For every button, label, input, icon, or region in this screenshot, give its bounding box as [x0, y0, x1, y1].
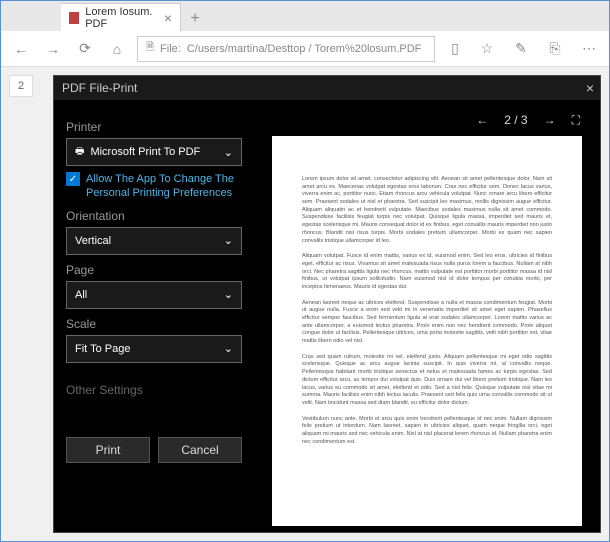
url-prefix: File: — [160, 43, 181, 55]
prev-page-button[interactable]: ← — [476, 113, 488, 127]
page-indicator: 2 — [9, 75, 33, 97]
checkbox-label: Allow The App To Change The Personal Pri… — [86, 172, 242, 201]
home-button[interactable]: ⌂ — [105, 37, 129, 61]
browser-window: Lorem Iosum. PDF × + ← → ⟳ ⌂ 🗎 File: C/u… — [0, 0, 610, 542]
chevron-down-icon: ⌄ — [224, 288, 233, 301]
chevron-down-icon: ⌄ — [224, 146, 233, 159]
url-bar[interactable]: 🗎 File: C/users/martina/Desttop / Torem%… — [137, 36, 435, 62]
preview-text: Cras sed quam rutrum, molestie mi vel, e… — [302, 354, 552, 408]
scale-label: Scale — [66, 317, 242, 331]
other-settings-link[interactable]: Other Settings — [66, 383, 242, 397]
preview-text: Lorem ipsum dolor sit amet, consectetur … — [302, 176, 552, 245]
edit-icon[interactable]: ✎ — [509, 37, 533, 61]
next-page-button[interactable]: → — [544, 113, 556, 127]
settings-panel: Printer 🖶 Microsoft Print To PDF ⌄ ✓ All… — [54, 100, 254, 532]
tab-bar: Lorem Iosum. PDF × + — [1, 1, 609, 31]
preview-page: Lorem ipsum dolor sit amet, consectetur … — [272, 136, 582, 526]
browser-tab[interactable]: Lorem Iosum. PDF × — [61, 3, 181, 31]
star-icon[interactable]: ☆ — [475, 37, 499, 61]
refresh-button[interactable]: ⟳ — [73, 37, 97, 61]
new-tab-button[interactable]: + — [181, 7, 209, 31]
preview-text: Vestibulum nunc ante. Morbi et arcu quis… — [302, 416, 552, 447]
close-tab-icon[interactable]: × — [164, 10, 172, 26]
cancel-button[interactable]: Cancel — [158, 437, 242, 463]
chevron-down-icon: ⌄ — [224, 342, 233, 355]
orientation-dropdown[interactable]: Vertical ⌄ — [66, 227, 242, 255]
printer-selected: Microsoft Print To PDF — [90, 146, 200, 158]
scale-dropdown[interactable]: Fit To Page ⌄ — [66, 335, 242, 363]
orientation-label: Orientation — [66, 209, 242, 223]
orientation-selected: Vertical — [75, 235, 111, 247]
fullscreen-icon[interactable]: ⛶ — [572, 113, 580, 128]
file-icon: 🗎 — [146, 40, 154, 57]
page-dropdown[interactable]: All ⌄ — [66, 281, 242, 309]
tab-title: Lorem Iosum. PDF — [85, 6, 164, 30]
print-dialog: PDF File-Print × Printer 🖶 Microsoft Pri… — [53, 75, 601, 533]
close-dialog-button[interactable]: × — [586, 80, 594, 96]
print-button[interactable]: Print — [66, 437, 150, 463]
preview-text: Aliquam volutpat. Fusce id enim mattis, … — [302, 253, 552, 291]
page-selected: All — [75, 289, 87, 301]
preview-text: Aenean laoreet neque ac ultrices eleifen… — [302, 300, 552, 346]
preview-header: ← 2 / 3 → ⛶ — [262, 108, 592, 132]
forward-button[interactable]: → — [41, 37, 65, 61]
menu-icon[interactable]: ⋯ — [577, 37, 601, 61]
page-label: Page — [66, 263, 242, 277]
scale-selected: Fit To Page — [75, 343, 130, 355]
nav-bar: ← → ⟳ ⌂ 🗎 File: C/users/martina/Desttop … — [1, 31, 609, 67]
preview-panel: ← 2 / 3 → ⛶ Lorem ipsum dolor sit amet, … — [254, 100, 600, 532]
dialog-title: PDF File-Print — [62, 81, 137, 95]
button-row: Print Cancel — [66, 437, 242, 463]
dialog-title-bar: PDF File-Print × — [54, 76, 600, 100]
pdf-icon — [69, 12, 79, 24]
checkbox-icon: ✓ — [66, 172, 80, 186]
page-counter: 2 / 3 — [504, 113, 527, 127]
printer-dropdown[interactable]: 🖶 Microsoft Print To PDF ⌄ — [66, 138, 242, 166]
back-button[interactable]: ← — [9, 37, 33, 61]
printer-icon: 🖶 — [75, 144, 84, 161]
preferences-checkbox-row[interactable]: ✓ Allow The App To Change The Personal P… — [66, 172, 242, 201]
dialog-body: Printer 🖶 Microsoft Print To PDF ⌄ ✓ All… — [54, 100, 600, 532]
printer-label: Printer — [66, 120, 242, 134]
url-path: C/users/martina/Desttop / Torem%20losum.… — [187, 43, 422, 55]
share-icon[interactable]: ⎘ — [543, 37, 567, 61]
chevron-down-icon: ⌄ — [224, 234, 233, 247]
reading-mode-icon[interactable]: ▯ — [443, 37, 467, 61]
